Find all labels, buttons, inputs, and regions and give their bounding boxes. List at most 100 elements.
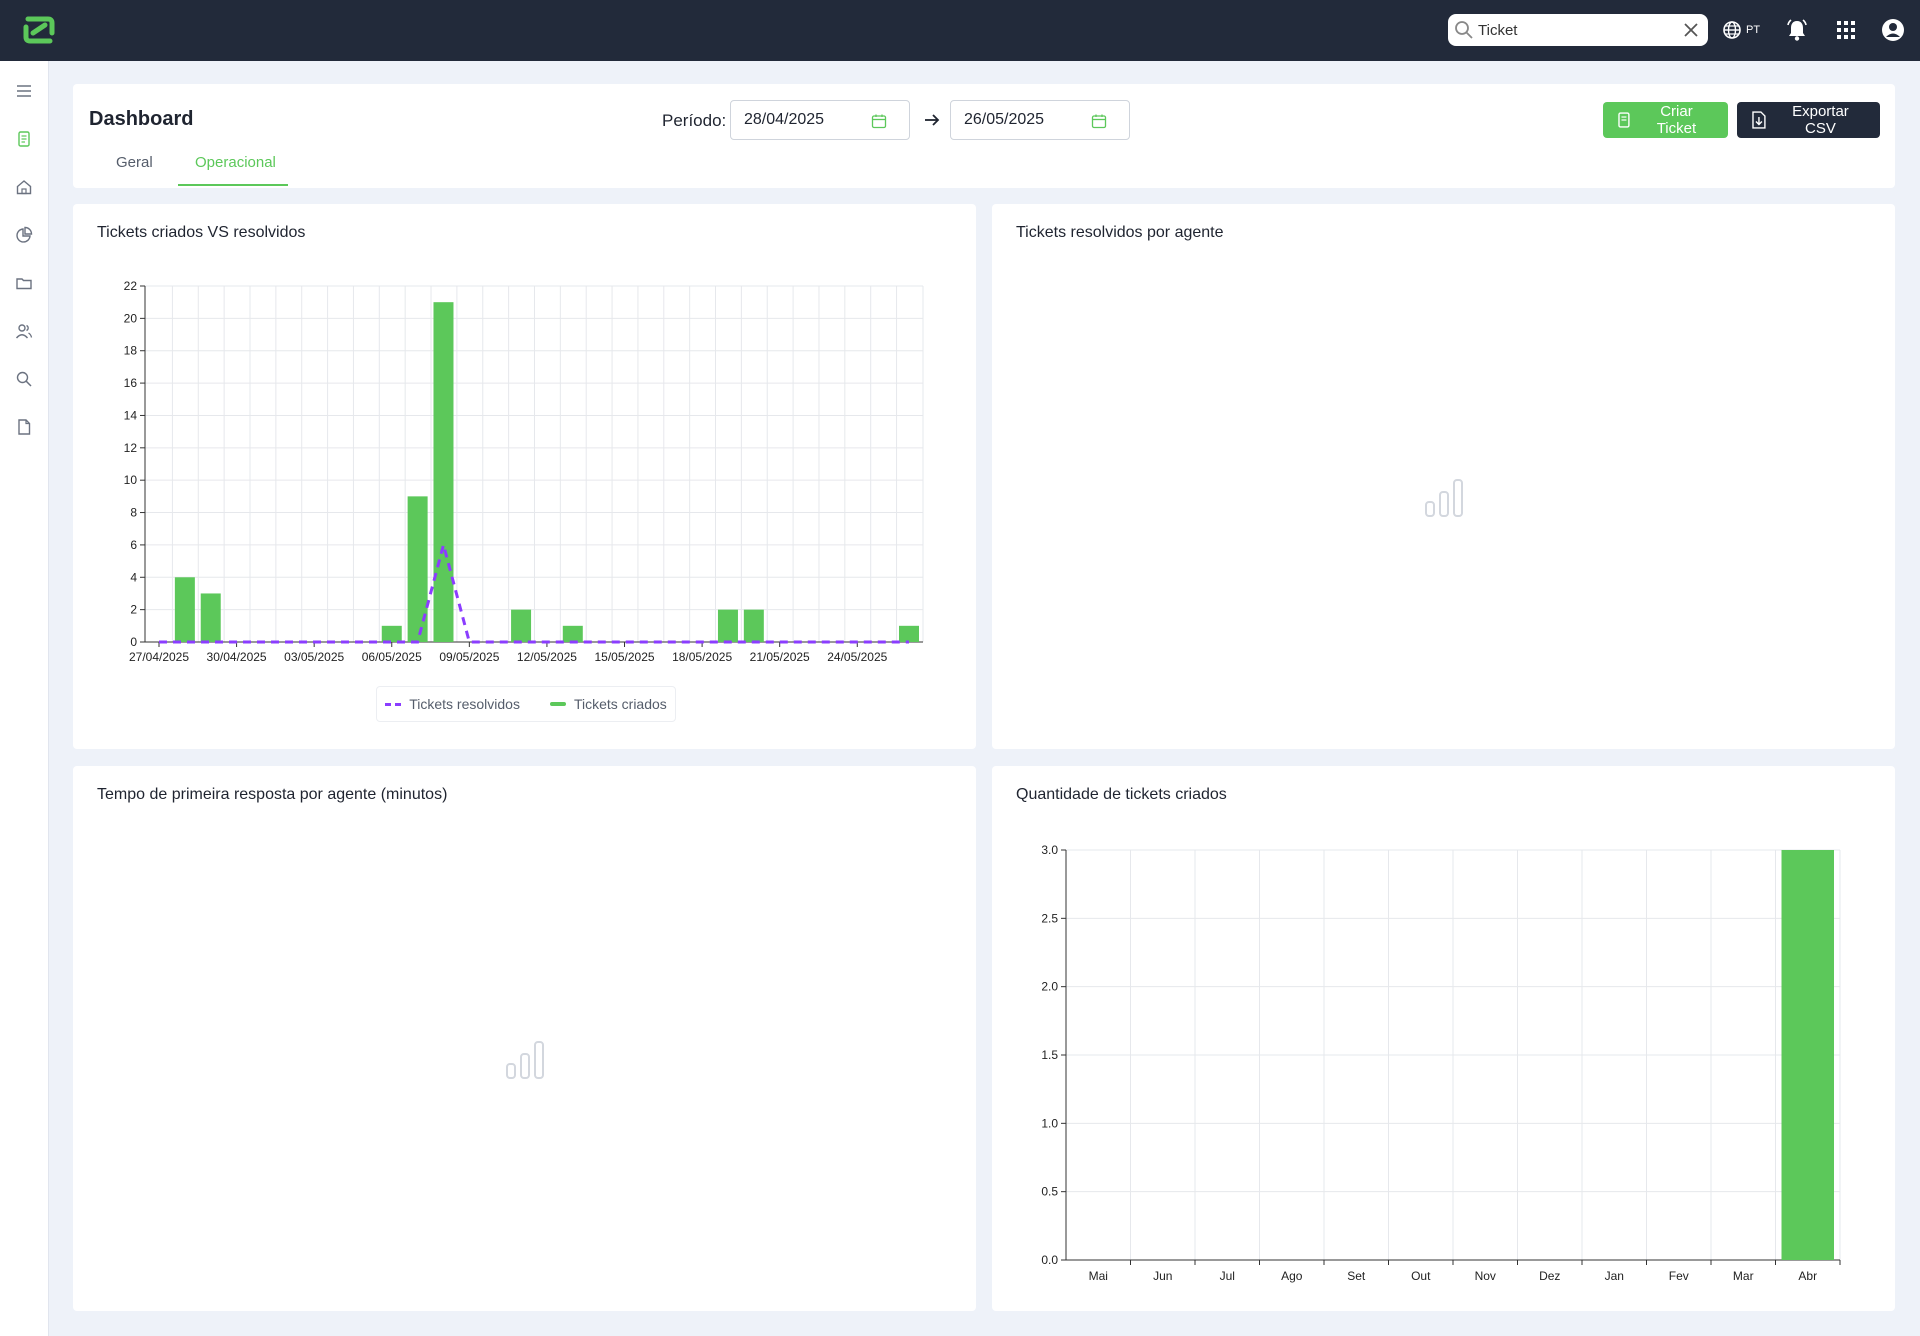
top-bar: PT: [0, 0, 1920, 61]
panel-created-vs-resolved: Tickets criados VS resolvidos 0 2 4 6 8 10 12 1…: [73, 204, 976, 749]
x-tick-label: 18/05/2025: [672, 650, 732, 664]
panel-title: Tempo de primeira resposta por agente (m…: [97, 786, 448, 803]
y-tick-label: 8: [130, 506, 137, 520]
panel-title: Tickets resolvidos por agente: [1016, 224, 1224, 241]
x-tick-label: 12/05/2025: [517, 650, 577, 664]
sidebar-menu-toggle[interactable]: [12, 79, 36, 103]
x-tick-label: Set: [1347, 1269, 1366, 1283]
arrow-right-icon: [925, 114, 940, 126]
y-tick-label: 10: [124, 473, 138, 487]
y-tick-label: 12: [124, 441, 138, 455]
bar-tickets-criados: [200, 593, 221, 642]
page-title: Dashboard: [89, 108, 194, 130]
sidebar-item-folders[interactable]: [12, 271, 36, 295]
create-ticket-button[interactable]: Criar Ticket: [1603, 102, 1728, 138]
bar-tickets-criados: [717, 609, 738, 642]
period-label: Período:: [662, 111, 727, 130]
empty-chart-icon: [506, 1041, 544, 1079]
x-tick-label: Abr: [1798, 1269, 1817, 1283]
x-tick-label: Jan: [1605, 1269, 1624, 1283]
hamburger-menu-icon: [17, 85, 31, 97]
y-tick-label: 2.5: [1041, 911, 1058, 925]
sidebar-item-dashboard[interactable]: [12, 223, 36, 247]
legend-label-created: Tickets criados: [573, 696, 667, 712]
x-tick-label: 09/05/2025: [439, 650, 499, 664]
x-tick-label: Jul: [1220, 1269, 1235, 1283]
language-selector[interactable]: PT: [1722, 17, 1760, 43]
export-csv-button[interactable]: Exportar CSV: [1737, 102, 1880, 138]
y-tick-label: 3.0: [1041, 843, 1058, 857]
start-date-field[interactable]: 28/04/2025: [730, 100, 910, 140]
end-date-value: 26/05/2025: [964, 111, 1045, 128]
folder-icon: [16, 278, 32, 290]
bar-tickets-criados: [381, 625, 402, 642]
file-icon: [18, 419, 31, 435]
sidebar-item-reports[interactable]: [12, 415, 36, 439]
home-icon: [16, 180, 32, 195]
x-tick-label: Dez: [1539, 1269, 1560, 1283]
x-tick-label: Nov: [1475, 1269, 1496, 1283]
clear-search-icon[interactable]: [1682, 21, 1700, 39]
y-tick-label: 18: [124, 344, 138, 358]
y-tick-label: 2.0: [1041, 980, 1058, 994]
x-tick-label: Jun: [1153, 1269, 1172, 1283]
x-tick-label: Mai: [1089, 1269, 1108, 1283]
bar-tickets-criados: [899, 625, 919, 642]
y-tick-label: 16: [124, 376, 138, 390]
apps-grid-icon[interactable]: [1834, 18, 1858, 42]
legend-item-resolved[interactable]: Tickets resolvidos: [385, 696, 520, 712]
search-input[interactable]: [1478, 18, 1668, 42]
dashboard-header: Dashboard Período: 28/04/2025 26/05/2025…: [73, 84, 1895, 188]
start-date-value: 28/04/2025: [744, 111, 825, 128]
y-tick-label: 22: [124, 279, 138, 293]
app-logo-icon[interactable]: [20, 11, 58, 49]
x-tick-label: 06/05/2025: [362, 650, 422, 664]
y-tick-label: 14: [124, 408, 138, 422]
legend-swatch-created: [549, 702, 566, 706]
empty-chart-icon: [1425, 479, 1463, 517]
x-tick-label: 03/05/2025: [284, 650, 344, 664]
notifications-bell-icon[interactable]: [1784, 17, 1810, 43]
x-tick-label: Out: [1411, 1269, 1431, 1283]
language-code: PT: [1746, 24, 1761, 36]
x-tick-label: Ago: [1281, 1269, 1303, 1283]
x-tick-label: 21/05/2025: [750, 650, 810, 664]
legend-label-resolved: Tickets resolvidos: [409, 696, 520, 712]
bar-tickets-criados: [433, 302, 454, 642]
tickets-created-chart: 0.0 0.5 1.0 1.5 2.0 2.5 3.0 Mai Jun Jul Ago Set Out N…: [1041, 843, 1841, 1283]
user-account-icon[interactable]: [1880, 17, 1906, 43]
bar-tickets-criados: [743, 609, 764, 642]
sidebar-item-tickets[interactable]: [12, 127, 36, 151]
y-tick-label: 20: [124, 311, 138, 325]
search-icon: [1455, 21, 1473, 39]
ticket-icon: [1618, 112, 1630, 128]
end-date-field[interactable]: 26/05/2025: [950, 100, 1130, 140]
pie-chart-icon: [16, 226, 33, 243]
tab-geral[interactable]: Geral: [116, 154, 153, 171]
sidebar: [0, 61, 49, 1336]
sidebar-item-users[interactable]: [12, 319, 36, 343]
calendar-icon[interactable]: [871, 113, 887, 129]
sidebar-item-home[interactable]: [12, 175, 36, 199]
x-tick-label: 15/05/2025: [594, 650, 654, 664]
y-tick-label: 6: [130, 538, 137, 552]
chart-legend: Tickets resolvidos Tickets criados: [376, 686, 676, 722]
x-tick-label: 27/04/2025: [129, 650, 189, 664]
y-tick-label: 0.0: [1041, 1253, 1058, 1267]
panel-resolved-by-agent: Tickets resolvidos por agente: [992, 204, 1895, 749]
file-download-icon: [1752, 111, 1766, 129]
search-box[interactable]: [1448, 14, 1708, 46]
panel-first-response-time: Tempo de primeira resposta por agente (m…: [73, 766, 976, 1311]
sidebar-item-search[interactable]: [12, 367, 36, 391]
calendar-icon[interactable]: [1091, 113, 1107, 129]
bar-tickets-criados: [174, 577, 195, 642]
legend-swatch-resolved: [385, 702, 402, 706]
bar-tickets-month: [1781, 850, 1834, 1260]
active-tab-indicator: [178, 184, 288, 186]
y-tick-label: 0: [130, 635, 137, 649]
legend-item-created[interactable]: Tickets criados: [549, 696, 667, 712]
create-ticket-label: Criar Ticket: [1656, 103, 1697, 137]
y-tick-label: 1.5: [1041, 1048, 1058, 1062]
globe-icon: [1723, 21, 1741, 39]
tab-operacional[interactable]: Operacional: [195, 154, 276, 171]
